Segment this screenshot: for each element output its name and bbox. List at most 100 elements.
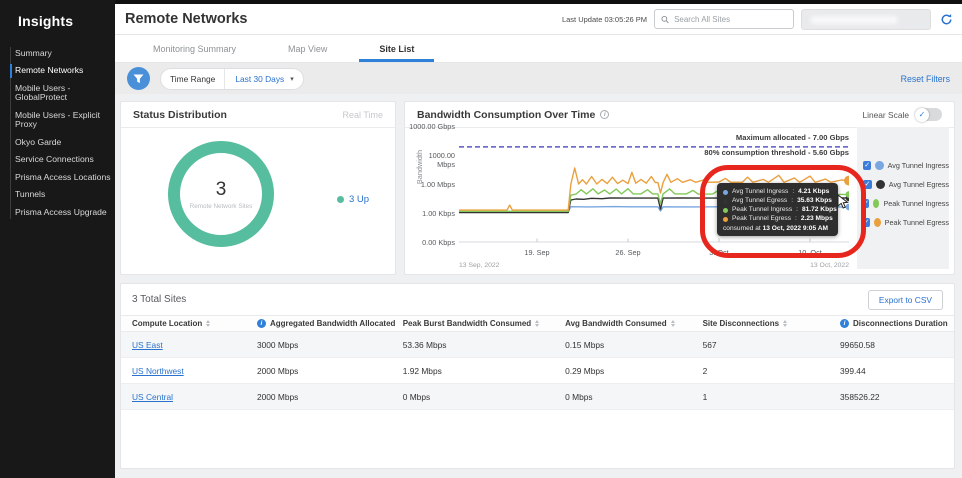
tooltip-value: 81.72 Kbps (801, 205, 837, 213)
legend-item-avg-tunnel-ingress[interactable]: ✓ Avg Tunnel Ingress (857, 161, 949, 170)
sort-icon[interactable] (670, 320, 675, 327)
cell-peak-burst: 1.92 Mbps (402, 365, 442, 376)
table-row: US East 3000 Mbps 53.36 Mbps 0.15 Mbps 5… (121, 332, 954, 358)
tooltip-series-dot (723, 216, 728, 222)
filter-bar: Time Range Last 30 Days ▾ Reset Filters (115, 63, 962, 94)
y-tick: 1000.00 Mbps (428, 151, 455, 169)
export-to-csv-button[interactable]: Export to CSV (867, 289, 943, 310)
consumption-threshold-reference-label: 80% consumption threshold - 5.60 Gbps (704, 148, 849, 157)
refresh-button[interactable] (938, 11, 954, 27)
site-link-us-central[interactable]: US Central (132, 392, 173, 402)
sidebar-item-service-connections[interactable]: Service Connections (0, 151, 115, 168)
column-header-avg-bandwidth-consumed[interactable]: Avg Bandwidth Consumed (554, 319, 691, 328)
sidebar-item-prisma-access-locations[interactable]: Prisma Access Locations (0, 169, 115, 186)
status-legend-item-up[interactable]: 3 Up (337, 194, 369, 205)
tab-bar: Monitoring Summary Map View Site List (115, 35, 962, 63)
table-row: US Central 2000 Mbps 0 Mbps 0 Mbps 1 358… (121, 384, 954, 410)
sidebar-item-mobile-users-explicit-proxy[interactable]: Mobile Users - Explicit Proxy (0, 107, 115, 134)
table-row: US Northwest 2000 Mbps 1.92 Mbps 0.29 Mb… (121, 358, 954, 384)
cell-allocated: 2000 Mbps (256, 365, 299, 376)
search-icon (661, 15, 669, 23)
time-range-dropdown[interactable]: Time Range Last 30 Days ▾ (160, 67, 304, 90)
sidebar-item-tunnels[interactable]: Tunnels (0, 186, 115, 203)
site-link-us-east[interactable]: US East (132, 340, 163, 350)
info-icon[interactable]: i (256, 319, 266, 328)
checkbox-checked-icon[interactable]: ✓ (863, 161, 872, 170)
cell-disconnections: 1 (702, 391, 708, 402)
linear-scale-label: Linear Scale (862, 109, 909, 120)
x-tick: 3. Oct (709, 248, 729, 257)
sidebar-item-prisma-access-upgrade[interactable]: Prisma Access Upgrade (0, 204, 115, 221)
page-title: Remote Networks (125, 11, 248, 27)
info-icon[interactable]: i (840, 319, 849, 328)
sort-icon[interactable] (783, 320, 788, 327)
tab-site-list[interactable]: Site List (353, 35, 440, 62)
x-tick: 26. Sep (615, 248, 641, 257)
reset-filters-link[interactable]: Reset Filters (901, 74, 950, 84)
series-color-dot (873, 199, 880, 208)
funnel-icon (133, 73, 144, 83)
app-title: Insights (18, 13, 74, 29)
filter-button[interactable] (127, 67, 150, 90)
legend-item-peak-tunnel-ingress[interactable]: ✓ Peak Tunnel Ingress (857, 199, 949, 208)
sidebar-item-remote-networks[interactable]: Remote Networks (0, 62, 115, 79)
sort-icon[interactable] (535, 320, 540, 327)
series-color-dot (873, 218, 881, 227)
checkbox-checked-icon[interactable]: ✓ (863, 180, 872, 189)
chart-hover-tooltip: Avg Tunnel Ingress:4.21 Kbps Avg Tunnel … (717, 183, 838, 236)
y-tick: 1.00 Mbps (420, 180, 455, 189)
page-header: Remote Networks Last Update 03:05:26 PM (115, 4, 962, 35)
toggle-check-icon: ✓ (915, 107, 929, 122)
legend-item-peak-tunnel-egress[interactable]: ✓ Peak Tunnel Egress (857, 218, 949, 227)
series-color-dot (875, 161, 884, 170)
checkbox-checked-icon[interactable]: ✓ (863, 199, 870, 208)
y-tick: 1.00 Kbps (422, 209, 455, 218)
realtime-badge: Real Time (342, 109, 383, 120)
max-allocated-reference-label: Maximum allocated - 7.00 Gbps (735, 133, 849, 142)
column-header-site-disconnections[interactable]: Site Disconnections (692, 319, 829, 328)
sidebar-item-okyo-garde[interactable]: Okyo Garde (0, 134, 115, 151)
checkbox-checked-icon[interactable]: ✓ (863, 218, 870, 227)
tooltip-label: Peak Tunnel Egress (732, 214, 792, 222)
cell-avg-consumed: 0.15 Mbps (565, 339, 605, 350)
x-range-end: 13 Oct, 2022 (810, 262, 849, 269)
search-sites-box (654, 9, 794, 29)
table-header-row: Compute Location i Aggregated Bandwidth A… (121, 315, 954, 332)
legend-label: Peak Tunnel Ingress (883, 199, 949, 208)
main-area: Remote Networks Last Update 03:05:26 PM … (115, 0, 962, 478)
chart-legend: ✓ Avg Tunnel Ingress ✓ Avg Tunnel Egress… (857, 127, 949, 269)
sidebar-item-mobile-users-globalprotect[interactable]: Mobile Users - GlobalProtect (0, 80, 115, 107)
status-donut-chart[interactable]: 3 Remote Network Sites (165, 138, 277, 250)
site-link-us-northwest[interactable]: US Northwest (132, 366, 184, 376)
last-update-timestamp: Last Update 03:05:26 PM (561, 14, 647, 24)
legend-label: Peak Tunnel Egress (884, 218, 949, 227)
bandwidth-consumption-card: Bandwidth Consumption Over Time i Linear… (404, 101, 955, 275)
cell-peak-burst: 53.36 Mbps (402, 339, 447, 350)
tooltip-series-dot (723, 189, 728, 195)
column-header-compute-location[interactable]: Compute Location (121, 319, 246, 328)
redacted-tenant-selector[interactable] (801, 8, 931, 30)
legend-label: Avg Tunnel Ingress (887, 161, 949, 170)
bandwidth-card-title: Bandwidth Consumption Over Time (417, 108, 596, 121)
column-header-disconnections-duration[interactable]: i Disconnections Duration (829, 319, 954, 328)
chevron-down-icon: ▾ (290, 75, 294, 83)
x-axis-range-labels: 13 Sep, 2022 13 Oct, 2022 (459, 262, 849, 269)
info-icon[interactable]: i (600, 110, 610, 119)
legend-item-avg-tunnel-egress[interactable]: ✓ Avg Tunnel Egress (857, 180, 949, 189)
time-range-value: Last 30 Days (235, 73, 285, 84)
series-color-dot (875, 180, 885, 189)
column-header-peak-burst-bandwidth-consumed[interactable]: Peak Burst Bandwidth Consumed (392, 319, 554, 328)
sort-icon[interactable] (206, 320, 211, 327)
linear-scale-toggle[interactable]: ✓ (915, 107, 942, 122)
search-input[interactable] (674, 14, 787, 24)
sidebar-item-summary[interactable]: Summary (0, 45, 115, 62)
x-tick: 19. Sep (524, 248, 550, 257)
time-range-label: Time Range (161, 68, 226, 89)
tab-map-view[interactable]: Map View (262, 35, 353, 62)
sidebar-nav: Summary Remote Networks Mobile Users - G… (0, 45, 115, 221)
status-distribution-card: Status Distribution Real Time 3 Remote N… (120, 101, 396, 275)
up-status-label: 3 Up (349, 194, 370, 205)
refresh-icon (941, 13, 951, 24)
tab-monitoring-summary[interactable]: Monitoring Summary (127, 35, 262, 62)
column-header-aggregated-bandwidth-allocated[interactable]: i Aggregated Bandwidth Allocated (246, 319, 395, 328)
